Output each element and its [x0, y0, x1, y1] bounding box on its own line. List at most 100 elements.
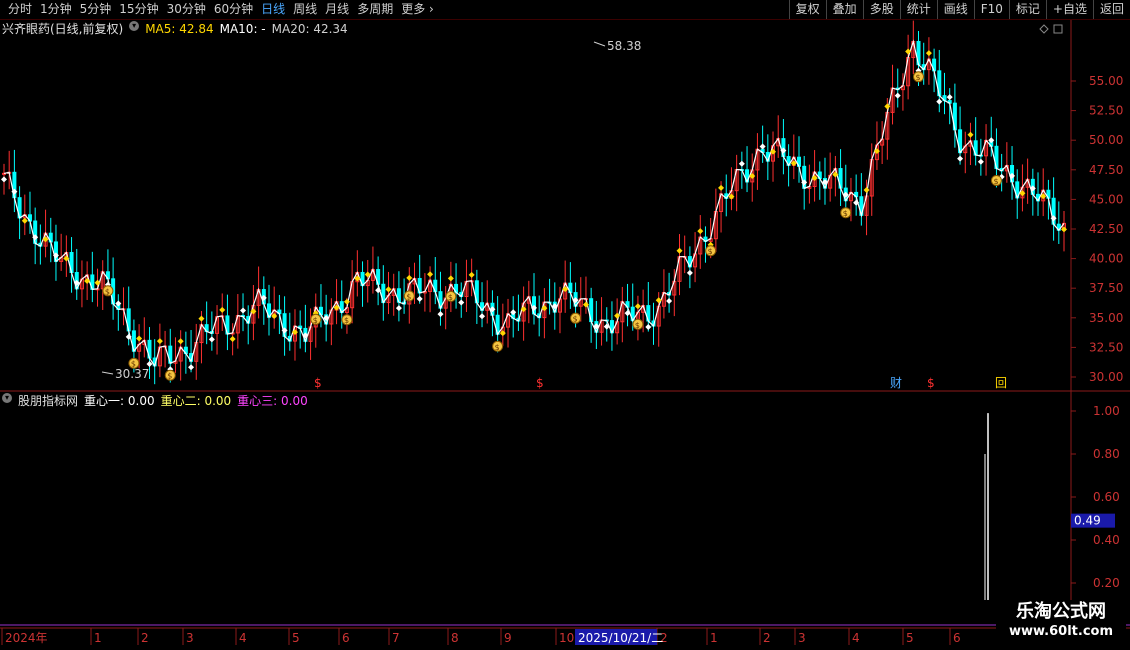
signal-diamond: [749, 172, 756, 179]
signal-diamond: [676, 247, 683, 254]
money-bag-icon: [492, 340, 504, 352]
toolbar-button-0[interactable]: 复权: [788, 0, 826, 19]
candle-body: [95, 288, 100, 291]
signal-diamond: [364, 271, 371, 278]
signal-diamond: [177, 338, 184, 345]
signal-diamond: [718, 184, 725, 191]
candle-body: [459, 291, 464, 298]
stock-title[interactable]: 兴齐眼药(日线,前复权): [2, 21, 123, 37]
candle-body: [817, 171, 822, 180]
candle-body: [1010, 165, 1015, 183]
candle-body: [693, 253, 698, 268]
candle-body: [630, 306, 635, 322]
candle-body: [448, 283, 453, 299]
candle-body: [1036, 193, 1041, 202]
candle-body: [537, 313, 542, 319]
chart-canvas[interactable]: 55.00 52.50 50.00 47.50 45.00 42.50 40.00 37.50…: [0, 0, 1130, 650]
settings-circle-icon[interactable]: ▾: [129, 21, 140, 31]
tab-5[interactable]: 60分钟: [210, 2, 257, 17]
candle-body: [973, 140, 978, 156]
time-tick-label: 4: [852, 631, 860, 645]
candle-body: [620, 301, 625, 323]
time-tick-label: 3: [798, 631, 806, 645]
signal-diamond: [624, 310, 631, 317]
candle-body: [921, 64, 926, 71]
money-bag-glyph: $: [635, 321, 640, 330]
price-tick-label: 40.00: [1089, 252, 1123, 266]
candle-body: [641, 305, 646, 313]
indicator-name[interactable]: 股朋指标网: [18, 393, 78, 409]
candle-body: [189, 353, 194, 362]
tab-8[interactable]: 月线: [321, 2, 353, 17]
candle-body: [355, 271, 360, 283]
signal-diamond: [873, 148, 880, 155]
candle-body: [282, 313, 287, 337]
signal-diamond: [375, 287, 382, 294]
indicator-settings-icon[interactable]: ▾: [2, 393, 12, 403]
candle-body: [500, 326, 505, 335]
candle-body: [521, 302, 526, 322]
toolbar-button-3[interactable]: 统计: [899, 0, 937, 19]
candle-body: [142, 339, 147, 345]
signal-diamond: [572, 297, 579, 304]
candle-body: [381, 283, 386, 304]
time-tick-label: 5: [292, 631, 300, 645]
signal-diamond: [323, 314, 330, 321]
candle-body: [661, 292, 666, 307]
toolbar-button-2[interactable]: 多股: [862, 0, 900, 19]
signal-diamond: [905, 48, 912, 55]
tab-7[interactable]: 周线: [289, 2, 321, 17]
signal-diamond: [52, 252, 59, 259]
candle-body: [48, 232, 53, 243]
signal-diamond: [73, 279, 80, 286]
candle-body: [1062, 222, 1066, 231]
price-tick-label: 30.00: [1089, 370, 1123, 384]
toolbar-button-5[interactable]: F10: [973, 0, 1009, 19]
money-bag-glyph: $: [843, 209, 848, 218]
candle-body: [194, 342, 199, 362]
candle-body: [895, 87, 900, 91]
candle-body: [251, 304, 256, 324]
tab-6[interactable]: 日线: [257, 2, 289, 17]
tab-0[interactable]: 分时: [4, 2, 36, 17]
toolbar-button-8[interactable]: 返回: [1092, 0, 1130, 19]
time-tick-label: 3: [186, 631, 194, 645]
candle-body: [656, 305, 661, 327]
tab-10[interactable]: 更多 ›: [397, 2, 438, 17]
signal-diamond: [894, 92, 901, 99]
event-marker: $: [536, 376, 544, 390]
toolbar-button-7[interactable]: +自选: [1045, 0, 1093, 19]
toolbar-button-1[interactable]: 叠加: [825, 0, 863, 19]
signal-diamond: [853, 199, 860, 206]
candle-body: [1046, 189, 1051, 199]
tab-3[interactable]: 15分钟: [115, 2, 162, 17]
signal-diamond: [458, 299, 465, 306]
toolbar-button-4[interactable]: 画线: [936, 0, 974, 19]
candle-body: [292, 325, 297, 342]
tab-4[interactable]: 30分钟: [163, 2, 210, 17]
ma10-value: MA10: -: [219, 22, 266, 36]
candle-body: [719, 193, 724, 212]
signal-diamond: [562, 286, 569, 293]
candle-body: [438, 291, 443, 309]
tab-2[interactable]: 5分钟: [76, 2, 116, 17]
candle-body: [469, 280, 474, 283]
indicator-g2: 重心二: 0.00: [160, 394, 232, 408]
candle-body: [838, 168, 843, 189]
signal-markers: $ $ $ $ $ $ $ $ $ $ $ $ $ $: [1, 48, 1067, 381]
toolbar-button-6[interactable]: 标记: [1008, 0, 1046, 19]
candle-body: [906, 57, 911, 87]
candle-body: [932, 58, 937, 72]
candle-body: [771, 145, 776, 162]
candle-body: [952, 102, 957, 131]
candle-body: [126, 308, 131, 332]
time-tick-label: 2: [763, 631, 771, 645]
candle-body: [797, 156, 801, 167]
tab-9[interactable]: 多周期: [353, 2, 397, 17]
candle-body: [828, 174, 833, 189]
candle-body: [859, 196, 864, 216]
price-tick-label: 47.50: [1089, 163, 1123, 177]
tab-1[interactable]: 1分钟: [36, 2, 76, 17]
time-tick-label: 8: [451, 631, 459, 645]
signal-diamond: [988, 137, 995, 144]
